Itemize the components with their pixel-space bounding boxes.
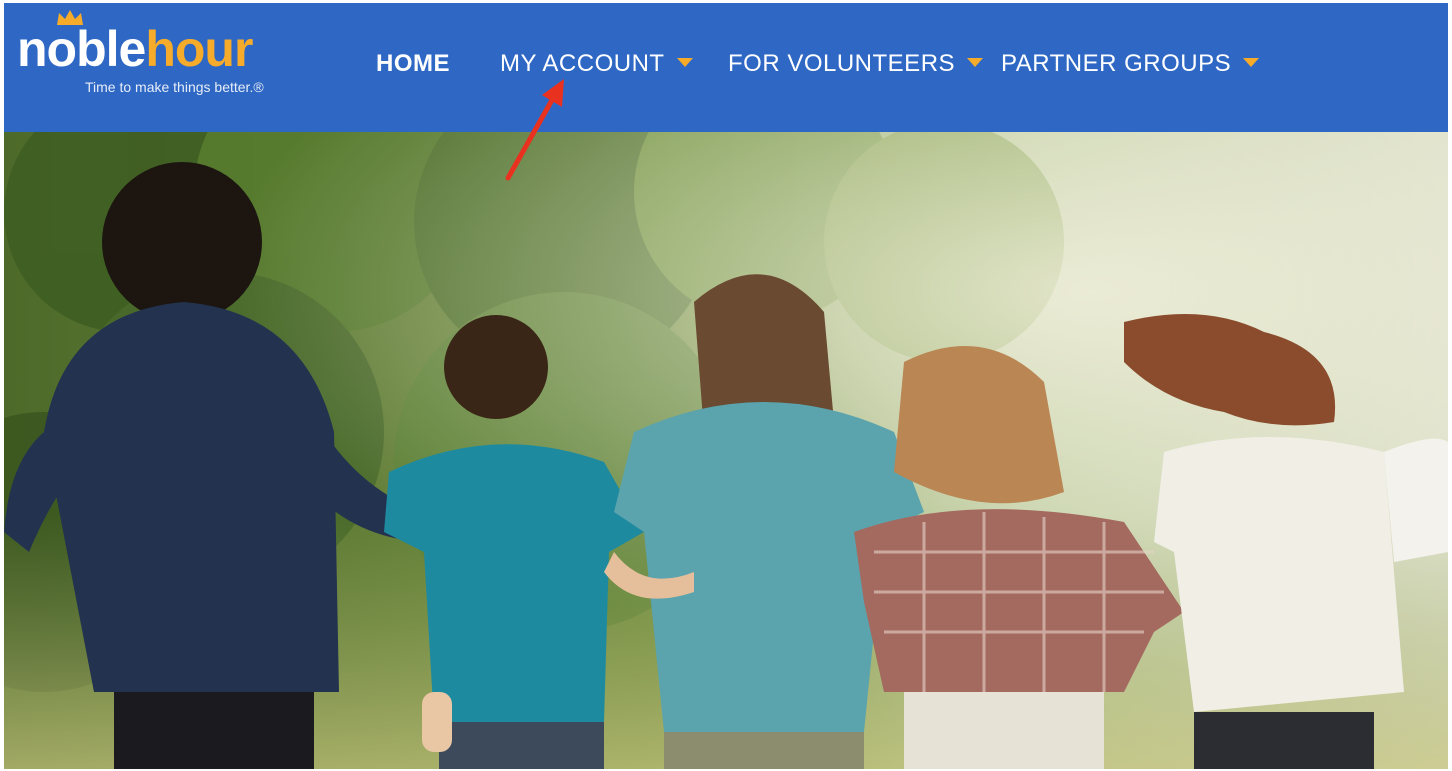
logo-tagline: Time to make things better.® <box>85 79 264 95</box>
top-navbar: noblehour Time to make things better.® H… <box>4 3 1448 132</box>
logo-wordmark: noblehour <box>17 21 253 77</box>
nav-item-for-volunteers[interactable]: FOR VOLUNTEERS <box>728 49 984 79</box>
chevron-down-icon <box>676 58 693 68</box>
chevron-down-icon <box>1243 58 1260 68</box>
page-frame: noblehour Time to make things better.® H… <box>4 3 1448 769</box>
red-arrow-icon <box>505 79 564 181</box>
nav-item-label: HOME <box>376 50 450 77</box>
noblehour-logo[interactable]: noblehour Time to make things better.® <box>17 9 307 99</box>
logo-text-noble: noble <box>17 21 146 77</box>
hero-illustration <box>4 132 1448 769</box>
nav-item-home[interactable]: HOME <box>376 49 450 79</box>
logo-text-hour: hour <box>145 21 253 77</box>
nav-item-label: PARTNER GROUPS <box>1001 50 1232 77</box>
nav-item-label: FOR VOLUNTEERS <box>728 50 956 77</box>
chevron-down-icon <box>967 58 984 68</box>
nav-item-partner-groups[interactable]: PARTNER GROUPS <box>1001 49 1260 79</box>
hero-photo <box>4 132 1448 769</box>
